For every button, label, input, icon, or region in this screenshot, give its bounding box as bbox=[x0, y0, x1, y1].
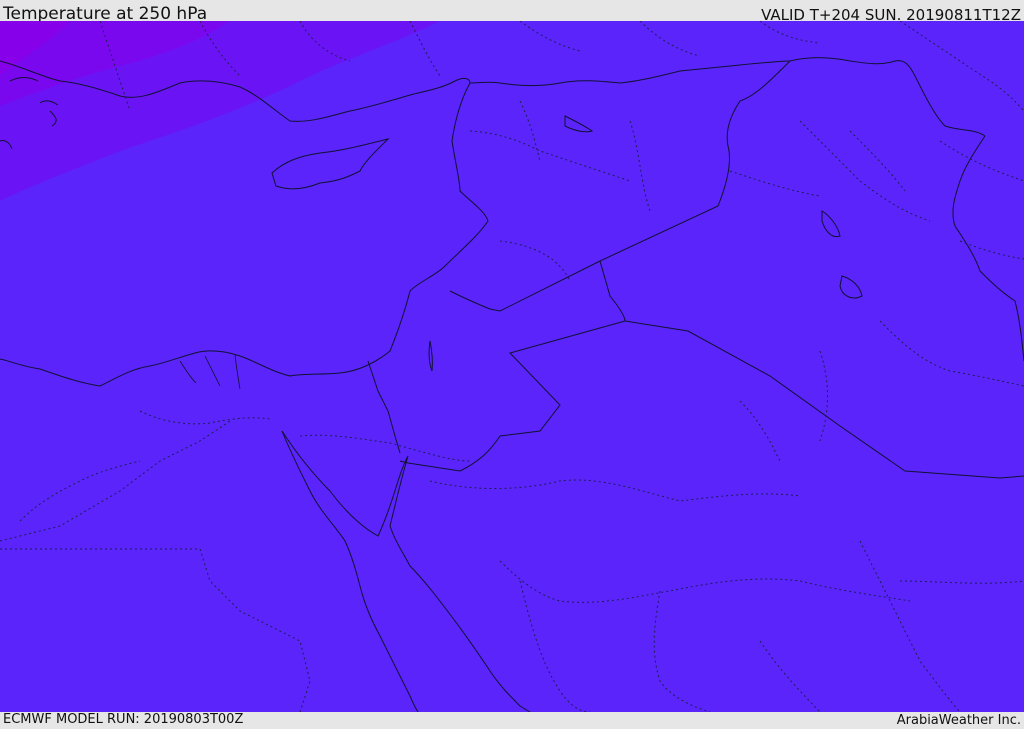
map-canvas[interactable] bbox=[0, 21, 1024, 712]
header-bar: Temperature at 250 hPa VALID T+204 SUN. … bbox=[0, 0, 1024, 24]
credit-label: ArabiaWeather Inc. bbox=[896, 713, 1021, 728]
model-run-label: ECMWF MODEL RUN: 20190803T00Z bbox=[3, 712, 244, 727]
weather-map-svg bbox=[0, 21, 1024, 712]
footer-bar: ECMWF MODEL RUN: 20190803T00Z ArabiaWeat… bbox=[0, 712, 1024, 729]
